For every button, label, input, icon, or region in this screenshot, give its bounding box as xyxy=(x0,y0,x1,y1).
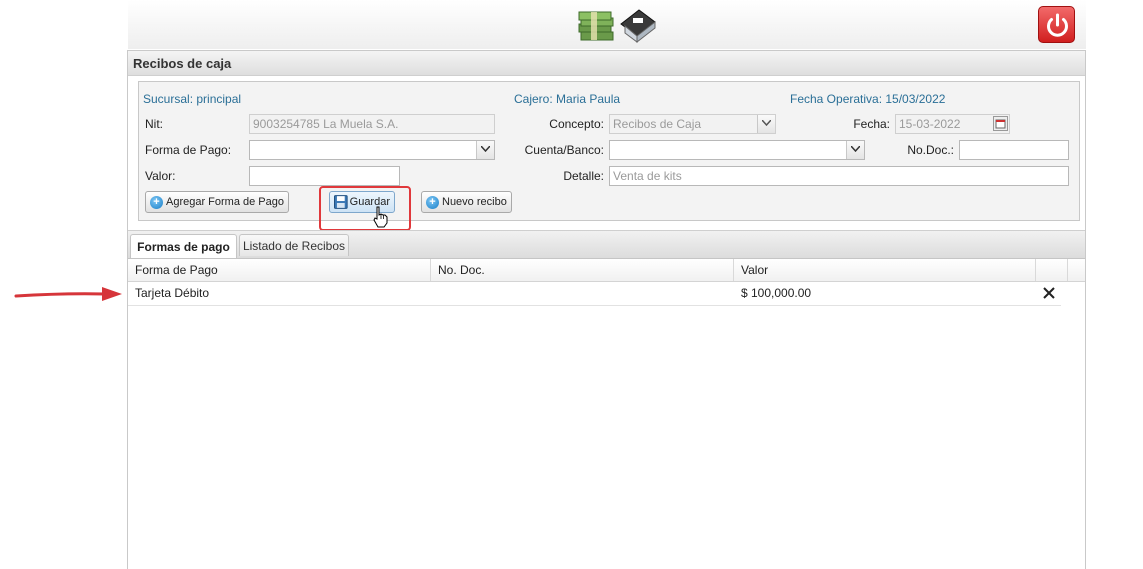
calendar-icon[interactable] xyxy=(993,116,1008,131)
new-receipt-label: Nuevo recibo xyxy=(442,196,507,208)
table-header: Forma de Pago No. Doc. Valor xyxy=(128,259,1085,282)
add-icon: + xyxy=(150,195,163,209)
nit-label: Nit: xyxy=(145,117,163,131)
tab-formas-de-pago[interactable]: Formas de pago xyxy=(130,234,237,258)
valor-label: Valor: xyxy=(145,169,176,183)
power-icon xyxy=(1047,13,1068,37)
concepto-select[interactable]: Recibos de Caja xyxy=(609,114,776,134)
add-icon: + xyxy=(426,195,439,209)
add-payment-method-button[interactable]: + Agregar Forma de Pago xyxy=(145,191,289,213)
logout-button[interactable] xyxy=(1038,6,1075,43)
column-header-actions xyxy=(1036,259,1068,281)
column-header-forma-pago[interactable]: Forma de Pago xyxy=(128,259,431,281)
cajero-info: Cajero: Maria Paula xyxy=(514,92,621,106)
new-receipt-button[interactable]: + Nuevo recibo xyxy=(421,191,512,213)
column-header-no-doc[interactable]: No. Doc. xyxy=(431,259,734,281)
cell-valor: $ 100,000.00 xyxy=(741,286,812,300)
concepto-label: Concepto: xyxy=(549,117,604,131)
money-house-icon xyxy=(577,6,657,44)
cell-forma-pago: Tarjeta Débito xyxy=(135,286,210,300)
valor-field[interactable] xyxy=(249,166,400,186)
nodoc-label: No.Doc.: xyxy=(907,143,954,157)
cuenta-label: Cuenta/Banco: xyxy=(524,143,604,157)
fecha-value: 15-03-2022 xyxy=(899,117,961,131)
panel-titlebar xyxy=(128,51,1085,76)
annotation-arrow-icon xyxy=(14,284,124,307)
chevron-down-icon[interactable] xyxy=(846,141,864,159)
chevron-down-icon[interactable] xyxy=(476,141,494,159)
sucursal-info: Sucursal: principal xyxy=(143,92,242,106)
detalle-field[interactable] xyxy=(609,166,1069,186)
fecha-label: Fecha: xyxy=(853,117,890,131)
column-header-valor[interactable]: Valor xyxy=(734,259,1036,281)
hand-cursor-icon xyxy=(372,206,390,231)
concepto-value: Recibos de Caja xyxy=(613,117,702,131)
table-row[interactable]: Tarjeta Débito $ 100,000.00 xyxy=(128,282,1061,306)
cuenta-banco-select[interactable] xyxy=(609,140,865,160)
cell-no-doc xyxy=(431,282,734,305)
panel-title: Recibos de caja xyxy=(133,56,232,71)
chevron-down-icon[interactable] xyxy=(757,115,775,133)
detalle-label: Detalle: xyxy=(563,169,604,183)
add-payment-method-label: Agregar Forma de Pago xyxy=(165,196,284,208)
close-icon[interactable] xyxy=(1042,286,1056,300)
save-highlight-box xyxy=(319,186,411,231)
fecha-operativa-info: Fecha Operativa: 15/03/2022 xyxy=(790,92,946,106)
nit-field[interactable] xyxy=(249,114,495,134)
tab-listado-de-recibos[interactable]: Listado de Recibos xyxy=(239,234,349,256)
fecha-field[interactable]: 15-03-2022 xyxy=(895,114,1010,134)
nodoc-field[interactable] xyxy=(959,140,1069,160)
forma-pago-label: Forma de Pago: xyxy=(145,143,232,157)
forma-pago-select[interactable] xyxy=(249,140,495,160)
